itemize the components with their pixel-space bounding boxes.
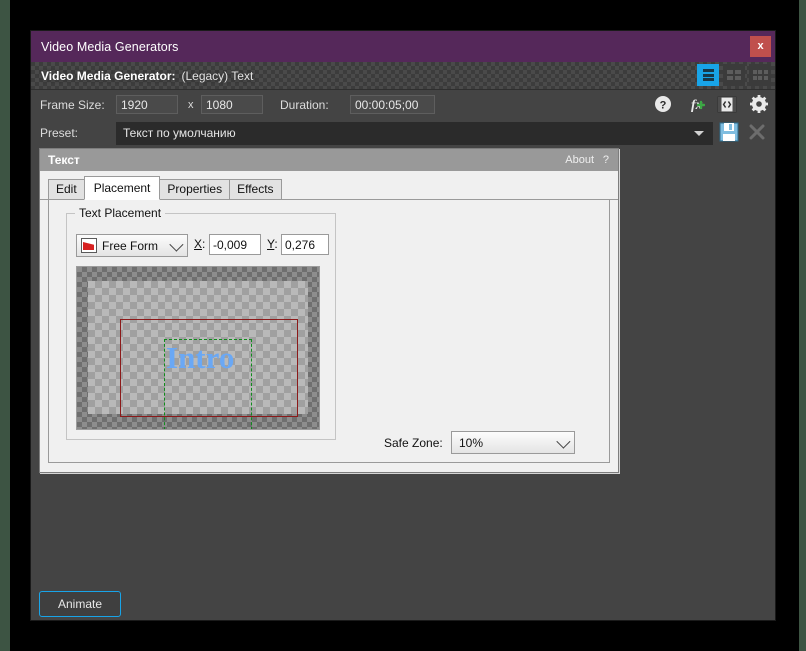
delete-icon [749,124,765,140]
save-preset-button[interactable] [719,122,739,147]
placement-mode-value: Free Form [102,238,159,253]
tab-properties[interactable]: Properties [159,179,231,199]
media-window-icon[interactable] [717,94,737,114]
view-mode-group [697,64,771,86]
chevron-down-icon [556,434,571,449]
help-icon[interactable]: ? [653,94,673,114]
x-input[interactable] [209,234,261,255]
window-title-bar: Video Media Generators x [31,31,775,62]
tab-effects[interactable]: Effects [229,179,282,199]
duration-label: Duration: [280,97,329,112]
y-label: Y: [267,237,278,251]
plugin-title-bar: Текст About ? [40,149,618,171]
animate-button[interactable]: Animate [39,591,121,617]
preset-value: Текст по умолчанию [123,126,236,140]
x-label: X: [194,237,206,251]
placement-tab-panel: Text Placement Free Form X: Y: Intro [48,200,610,463]
svg-text:?: ? [660,100,667,112]
save-icon [719,122,739,142]
frame-width-input[interactable] [116,95,178,114]
safe-zone-value: 10% [459,435,484,450]
plugin-help-icon[interactable]: ? [603,154,609,166]
list-view-icon [702,69,714,81]
plugin-chain-icon[interactable]: fx [685,94,705,114]
placement-mode-dropdown[interactable]: Free Form [76,234,188,257]
small-grid-view-icon [752,70,768,80]
chevron-down-icon [169,237,184,252]
delete-preset-button[interactable] [747,122,767,147]
preset-label: Preset: [40,126,79,140]
safe-zone-dropdown[interactable]: 10% [451,431,575,454]
preset-row: Preset: Текст по умолчанию [31,119,775,147]
desktop-right-strip [799,0,806,651]
plugin-title: Текст [48,153,80,167]
preset-dropdown[interactable]: Текст по умолчанию [116,121,713,145]
plugin-tab-bar: Edit Placement Properties Effects [40,176,618,200]
y-input[interactable] [281,234,329,255]
list-view-button[interactable] [697,64,719,86]
frame-size-label: Frame Size: [40,97,105,112]
generator-label: Video Media Generator: [41,68,176,83]
about-link[interactable]: About [565,154,594,166]
text-placement-group: Text Placement Free Form X: Y: Intro [66,206,336,440]
text-plugin-dialog: Текст About ? Edit Placement Properties … [39,148,619,473]
tab-placement[interactable]: Placement [83,176,161,200]
close-button[interactable]: x [750,36,771,57]
preview-frame-area: Intro [88,281,308,429]
tab-edit[interactable]: Edit [48,179,85,199]
small-grid-view-button[interactable] [749,64,771,86]
medium-grid-view-icon [727,70,741,80]
gear-icon[interactable] [749,94,769,114]
safe-zone-label: Safe Zone: [384,436,443,450]
generator-header-bar: Video Media Generator: (Legacy) Text [31,62,775,90]
text-placement-preview[interactable]: Intro [76,266,320,430]
video-media-generators-window: Video Media Generators x Video Media Gen… [31,31,775,620]
duration-input[interactable] [350,95,435,114]
frame-size-row: Frame Size: x Duration: ? fx [31,90,775,119]
free-form-icon [81,238,97,253]
frame-height-input[interactable] [201,95,263,114]
window-title: Video Media Generators [41,39,179,54]
desktop-left-strip [0,0,10,651]
frame-size-separator: x [188,98,194,111]
text-placement-legend: Text Placement [75,206,166,220]
toolbar-icon-group: ? fx [653,94,769,114]
generator-name: (Legacy) Text [181,68,254,83]
text-selection-box[interactable] [164,339,252,429]
chevron-down-icon [694,130,704,136]
medium-grid-view-button[interactable] [723,64,745,86]
